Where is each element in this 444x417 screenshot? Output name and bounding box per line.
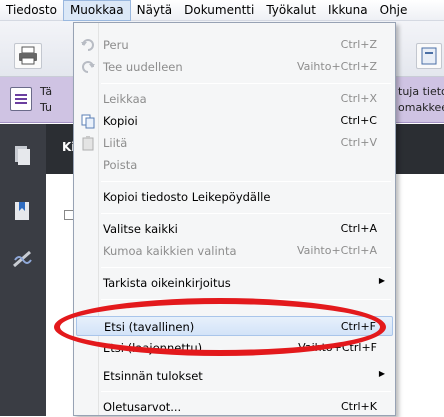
- menu-tiedosto[interactable]: Tiedosto: [0, 0, 63, 21]
- print-button[interactable]: [14, 43, 42, 69]
- menu-item-paste[interactable]: Liitä Ctrl+V: [76, 133, 393, 153]
- menu-separator: [101, 391, 391, 392]
- menu-item-spell-check[interactable]: Tarkista oikeinkirjoitus ▶: [76, 273, 393, 293]
- menu-tyokalut[interactable]: Työkalut: [260, 0, 322, 21]
- menu-muokkaa[interactable]: Muokkaa: [62, 0, 131, 21]
- menu-item-deselect-all[interactable]: Kumoa kaikkien valinta Vaihto+Ctrl+A: [76, 241, 393, 261]
- menu-item-copy-file-to-clipboard[interactable]: Kopioi tiedosto Leikepöydälle: [76, 187, 393, 207]
- edit-menu-dropdown: Peru Ctrl+Z Tee uudelleen Vaihto+Ctrl+Z …: [73, 22, 396, 416]
- info-text-right-2: omakkee: [398, 101, 444, 114]
- menu-item-delete[interactable]: Poista: [76, 155, 393, 175]
- undo-icon: [81, 39, 94, 51]
- menu-item-redo[interactable]: Tee uudelleen Vaihto+Ctrl+Z: [76, 57, 393, 77]
- submenu-arrow-icon: ▶: [378, 369, 385, 378]
- copy-icon: [81, 114, 95, 129]
- menu-ikkuna[interactable]: Ikkuna: [322, 0, 374, 21]
- info-text-left-2: Tu: [40, 101, 53, 114]
- menu-separator: [101, 267, 391, 268]
- document-icon: [10, 87, 32, 111]
- menu-item-undo[interactable]: Peru Ctrl+Z: [76, 35, 393, 55]
- menu-separator: [101, 213, 391, 214]
- menu-separator: [101, 83, 391, 84]
- redo-icon: [82, 61, 95, 73]
- menu-nayta[interactable]: Näytä: [131, 0, 179, 21]
- menu-item-cut[interactable]: Leikkaa Ctrl+X: [76, 89, 393, 109]
- signatures-icon[interactable]: [12, 248, 32, 270]
- info-text-left-1: Tä: [40, 85, 53, 98]
- bookmarks-icon[interactable]: [12, 200, 32, 222]
- menu-separator: [101, 181, 391, 182]
- menu-ohje[interactable]: Ohje: [374, 0, 414, 21]
- menu-item-copy[interactable]: Kopioi Ctrl+C: [76, 111, 393, 131]
- menu-item-select-all[interactable]: Valitse kaikki Ctrl+A: [76, 219, 393, 239]
- submenu-arrow-icon: ▶: [378, 276, 385, 285]
- pages-icon[interactable]: [12, 144, 32, 166]
- info-text-right-1: tuja tieto: [398, 85, 444, 98]
- menu-dokumentti[interactable]: Dokumentti: [178, 0, 260, 21]
- paste-icon: [82, 136, 94, 151]
- annotation-ellipse: [54, 298, 386, 356]
- menu-bar: Tiedosto Muokkaa Näytä Dokumentti Työkal…: [0, 0, 444, 21]
- page-icon: [421, 47, 437, 65]
- printer-icon: [19, 46, 37, 65]
- toolbar-right-button[interactable]: [416, 43, 442, 69]
- menu-item-search-results[interactable]: Etsinnän tulokset ▶: [76, 366, 393, 386]
- menu-item-preferences[interactable]: Oletusarvot... Ctrl+K: [76, 397, 393, 417]
- navigation-panel: [0, 124, 46, 416]
